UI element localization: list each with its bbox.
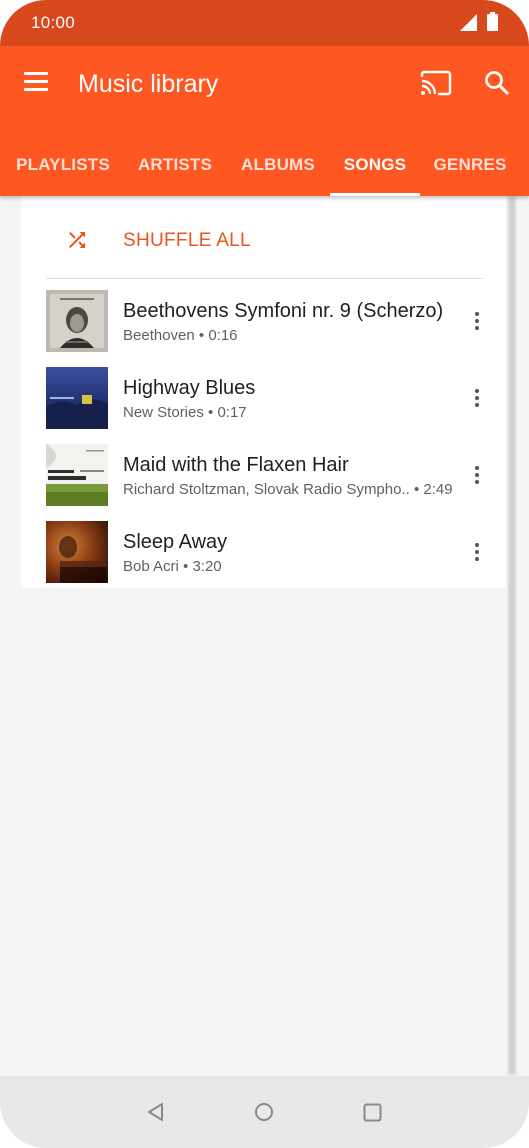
song-subtitle: Bob Acri • 3:20	[123, 558, 222, 575]
album-art	[46, 444, 108, 506]
tab-artists[interactable]: ARTISTS	[130, 150, 220, 196]
tab-genres[interactable]: GENRES	[430, 150, 510, 196]
list-item[interactable]: Maid with the Flaxen Hair Richard Stoltz…	[21, 436, 506, 513]
tab-songs[interactable]: SONGS	[330, 150, 420, 196]
nav-back-icon[interactable]	[146, 1102, 166, 1122]
song-list: SHUFFLE ALL Beethovens Symfoni nr. 9 (Sc…	[21, 196, 506, 588]
list-item[interactable]: Sleep Away Bob Acri • 3:20	[21, 513, 506, 590]
phone-screen: 10:00 Music library PLAYLISTS ARTISTS AL…	[0, 0, 529, 1148]
shuffle-icon	[69, 232, 85, 248]
tab-playlists[interactable]: PLAYLISTS	[8, 150, 118, 196]
tab-bar: PLAYLISTS ARTISTS ALBUMS SONGS GENRES	[0, 150, 529, 196]
divider	[46, 278, 483, 279]
more-vert-icon[interactable]	[469, 460, 485, 490]
status-time: 10:00	[31, 13, 76, 32]
nav-recent-icon[interactable]	[363, 1103, 382, 1122]
more-vert-icon[interactable]	[469, 306, 485, 336]
scrollbar-thumb[interactable]	[509, 198, 515, 1074]
signal-icon	[460, 14, 477, 31]
list-item[interactable]: Highway Blues New Stories • 0:17	[21, 359, 506, 436]
list-item[interactable]: Beethovens Symfoni nr. 9 (Scherzo) Beeth…	[21, 282, 506, 359]
shuffle-all-button[interactable]: SHUFFLE ALL	[21, 196, 506, 278]
battery-icon	[487, 12, 498, 31]
navigation-bar	[0, 1076, 529, 1148]
menu-icon[interactable]	[24, 72, 48, 92]
app-bar: Music library PLAYLISTS ARTISTS ALBUMS S…	[0, 46, 529, 196]
song-subtitle: New Stories • 0:17	[123, 404, 247, 421]
song-title: Maid with the Flaxen Hair	[123, 454, 349, 476]
tab-albums[interactable]: ALBUMS	[235, 150, 321, 196]
song-title: Sleep Away	[123, 531, 228, 553]
search-icon[interactable]	[484, 70, 510, 96]
more-vert-icon[interactable]	[469, 383, 485, 413]
song-subtitle: Richard Stoltzman, Slovak Radio Sympho..…	[123, 481, 453, 498]
album-art	[46, 521, 108, 583]
cast-icon[interactable]	[420, 70, 452, 96]
status-bar: 10:00	[0, 0, 529, 46]
shuffle-all-label: SHUFFLE ALL	[123, 230, 251, 251]
page-title: Music library	[78, 70, 219, 98]
album-art	[46, 290, 108, 352]
song-title: Highway Blues	[123, 377, 256, 399]
nav-home-icon[interactable]	[254, 1102, 274, 1122]
album-art	[46, 367, 108, 429]
song-subtitle: Beethoven • 0:16	[123, 327, 238, 344]
song-title: Beethovens Symfoni nr. 9 (Scherzo)	[123, 300, 444, 322]
more-vert-icon[interactable]	[469, 537, 485, 567]
